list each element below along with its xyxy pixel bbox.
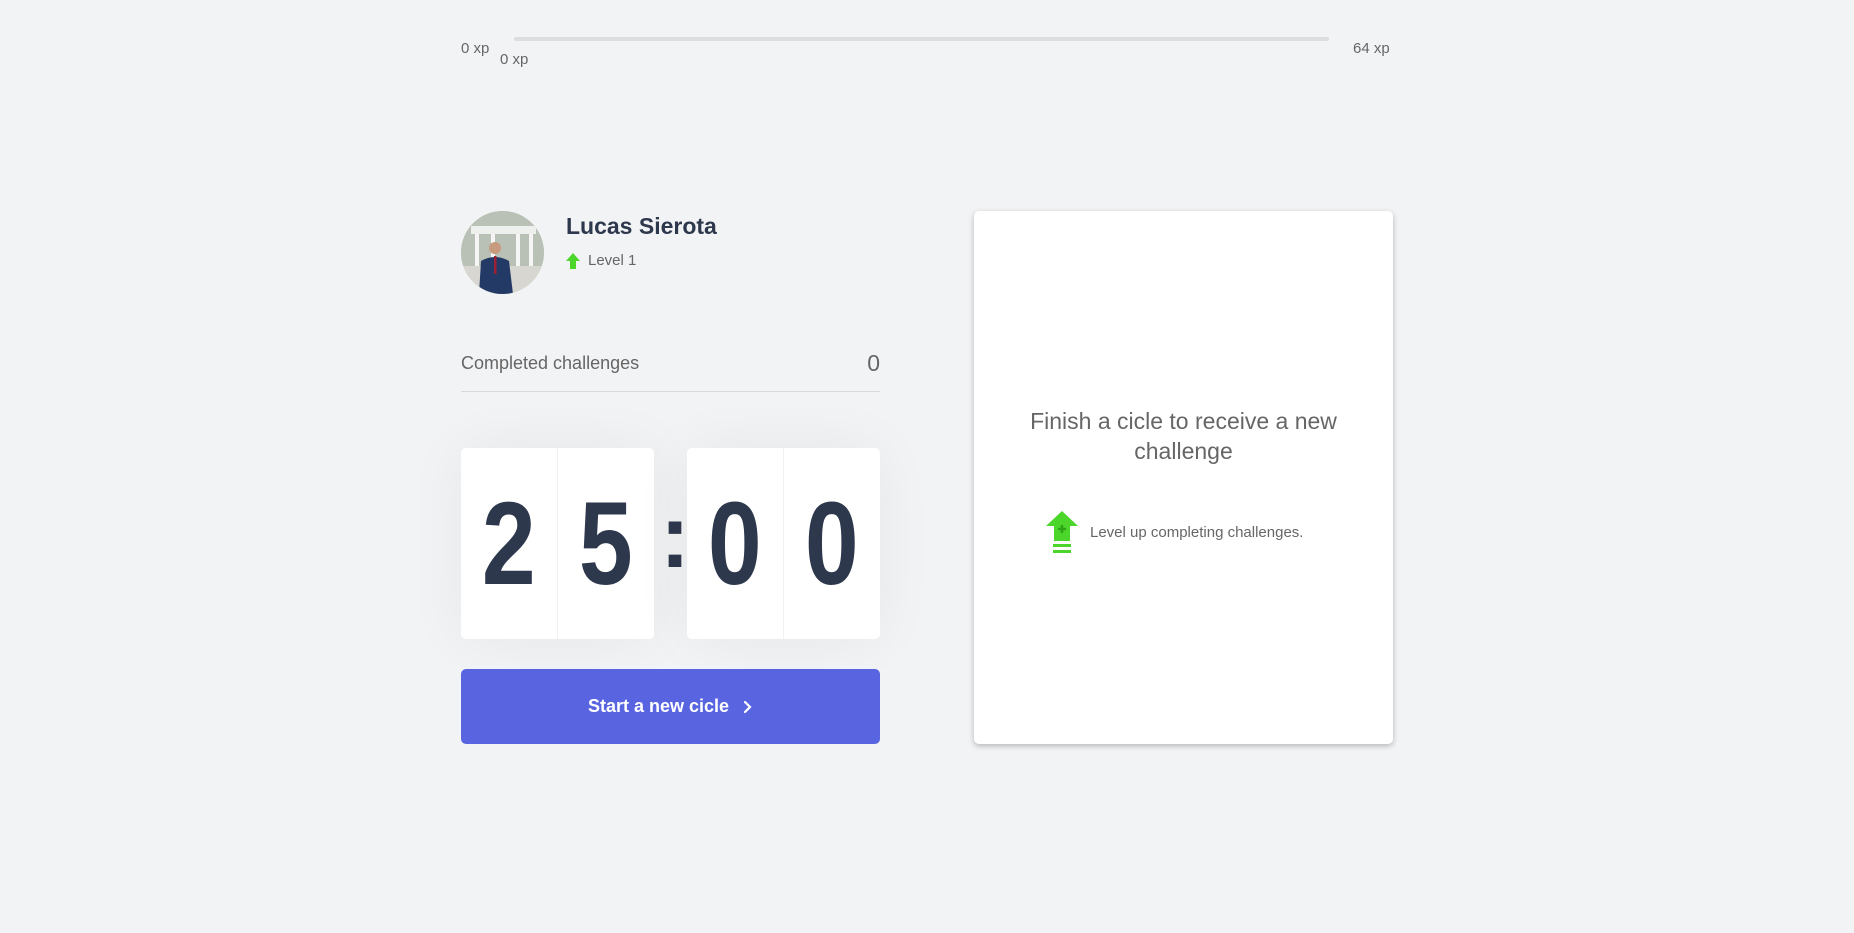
second-digit-tens: 0 [687,448,784,639]
user-level: Level 1 [566,252,636,269]
countdown-seconds: 0 0 [687,448,880,639]
completed-challenges-label: Completed challenges [461,353,640,373]
countdown-minutes: 2 5 [461,448,654,639]
xp-min-label: 0 xp [461,40,490,57]
start-cycle-button[interactable]: Start a new cicle [461,669,880,744]
xp-max-label: 64 xp [1353,40,1390,57]
challenge-box-hint-text: Level up completing challenges. [1090,523,1304,541]
experience-bar [514,37,1329,41]
challenge-box: Finish a cicle to receive a new challeng… [974,211,1393,744]
chevron-right-icon [743,700,752,713]
level-label: Level 1 [588,252,637,269]
user-name: Lucas Sierota [566,213,717,239]
start-cycle-label: Start a new cicle [587,696,730,716]
second-digit-ones: 0 [805,477,859,610]
completed-challenges-count: 0 [867,350,880,376]
countdown-separator: : [660,487,690,587]
level-up-arrow-icon [566,252,580,269]
challenge-box-hint: Level up completing challenges. [1046,511,1303,553]
completed-challenges: Completed challenges 0 [461,350,880,392]
minute-digit-ones: 5 [579,477,633,610]
challenge-box-title: Finish a cicle to receive a new challeng… [1030,408,1337,464]
level-up-icon [1046,511,1078,553]
xp-current-label: 0 xp [500,51,529,68]
minute-digit-tens: 2 [461,448,558,639]
avatar [461,211,544,294]
